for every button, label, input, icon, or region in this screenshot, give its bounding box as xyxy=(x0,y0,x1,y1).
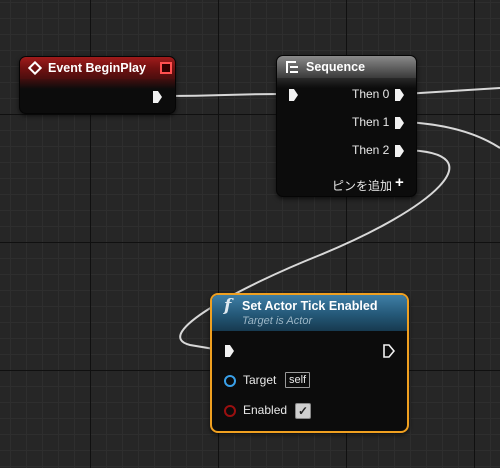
then-1-label: Then 1 xyxy=(352,115,390,129)
then-1-pin[interactable] xyxy=(395,117,404,129)
exec-wire-then0-out xyxy=(403,87,500,95)
set-actor-tick-enabled-node[interactable]: f Set Actor Tick Enabled Target is Actor… xyxy=(210,293,409,433)
event-diamond-icon xyxy=(28,61,42,75)
stop-icon[interactable] xyxy=(160,62,172,74)
node-subtitle: Target is Actor xyxy=(242,315,313,327)
then-0-label: Then 0 xyxy=(352,87,390,101)
add-pin-label[interactable]: ピンを追加 xyxy=(332,177,392,194)
sequence-icon xyxy=(286,61,298,73)
add-pin-plus-icon[interactable]: + xyxy=(395,174,404,191)
enabled-label: Enabled xyxy=(243,403,288,417)
then-2-pin[interactable] xyxy=(395,145,404,157)
function-icon: f xyxy=(224,296,232,316)
sequence-node[interactable]: Sequence Then 0 Then 1 Then 2 ピンを追加 + xyxy=(276,55,417,197)
then-2-label: Then 2 xyxy=(352,143,390,157)
event-beginplay-header[interactable]: Event BeginPlay xyxy=(20,57,175,89)
target-label: Target xyxy=(243,373,277,387)
target-self-field[interactable]: self xyxy=(285,372,311,388)
then-0-pin[interactable] xyxy=(395,89,404,101)
target-pin[interactable] xyxy=(224,375,236,387)
enabled-pin[interactable] xyxy=(224,405,236,417)
event-beginplay-node[interactable]: Event BeginPlay xyxy=(19,56,176,114)
node-title: Set Actor Tick Enabled xyxy=(242,299,378,313)
node-title: Event BeginPlay xyxy=(48,61,146,75)
node-title: Sequence xyxy=(306,60,366,74)
exec-out-pin[interactable] xyxy=(153,91,162,103)
exec-wire-beginplay-to-sequence xyxy=(166,93,285,97)
exec-out-pin[interactable] xyxy=(383,344,395,358)
exec-wire-then1-out xyxy=(403,121,500,149)
set-actor-tick-enabled-header[interactable]: f Set Actor Tick Enabled Target is Actor xyxy=(212,295,407,331)
exec-in-pin[interactable] xyxy=(289,89,298,101)
sequence-header[interactable]: Sequence xyxy=(277,56,416,88)
enabled-checkbox[interactable]: ✓ xyxy=(295,403,311,419)
exec-in-pin[interactable] xyxy=(225,345,234,357)
